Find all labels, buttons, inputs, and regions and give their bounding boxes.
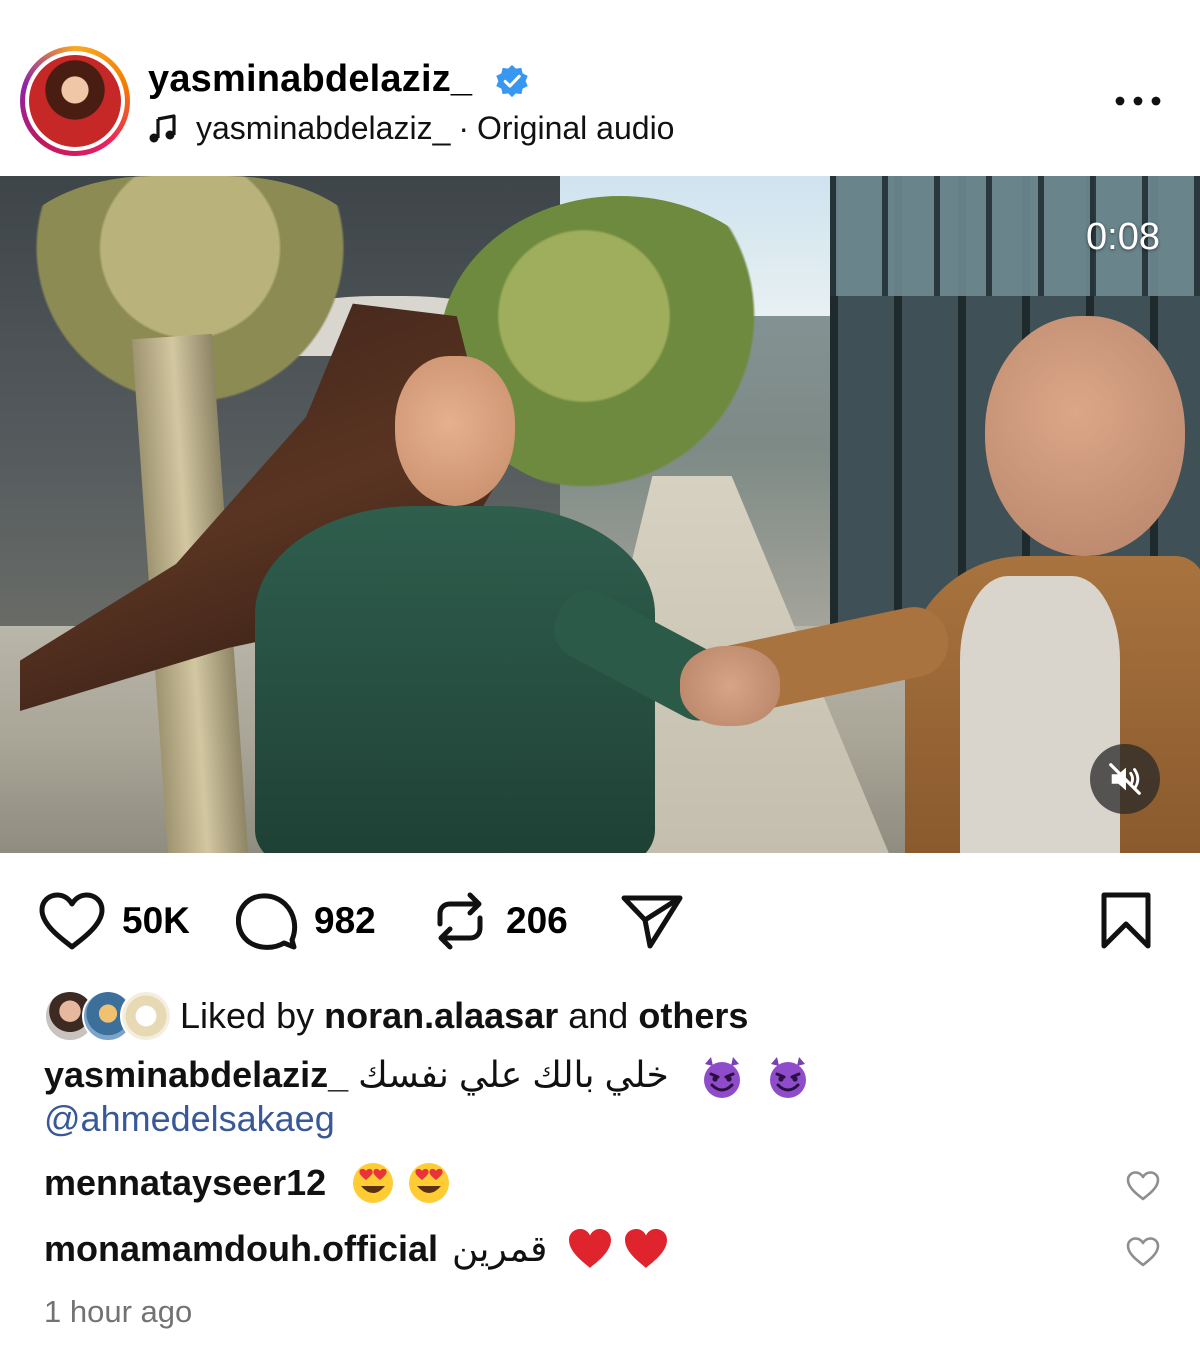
heart-eyes-emoji-icon <box>409 1163 450 1203</box>
liked-by-user[interactable]: noran.alaasar <box>324 995 558 1037</box>
comment-action[interactable]: 982 <box>236 888 376 954</box>
audio-attribution[interactable]: yasminabdelaziz_ · Original audio <box>148 110 674 147</box>
comment-username[interactable]: mennatayseer12 <box>44 1162 326 1204</box>
comment-item: monamamdouh.official قمرين <box>44 1226 669 1272</box>
comment-text: قمرين <box>452 1228 548 1269</box>
red-heart-emoji-icon <box>569 1229 612 1268</box>
caption-text: خلي بالك علي نفسك <box>358 1054 669 1095</box>
mute-button[interactable] <box>1090 744 1160 814</box>
liker-avatars[interactable] <box>44 990 172 1042</box>
music-note-icon <box>149 113 176 142</box>
audio-separator: · <box>458 110 470 146</box>
audio-artist[interactable]: yasminabdelaziz_ <box>196 110 450 147</box>
video-timer: 0:08 <box>1086 216 1160 258</box>
repost-icon[interactable] <box>430 890 490 952</box>
author-username[interactable]: yasminabdelaziz_ <box>148 58 472 101</box>
caption-mention-link[interactable]: @ahmedelsakaeg <box>44 1098 335 1140</box>
author-avatar[interactable] <box>29 55 121 147</box>
video-scene-woman <box>255 506 655 853</box>
heart-eyes-emoji-icon <box>353 1163 394 1203</box>
post-video[interactable]: 0:08 <box>0 176 1200 853</box>
like-count[interactable]: 50K <box>122 900 190 942</box>
bookmark-icon[interactable] <box>1096 890 1156 952</box>
story-ring[interactable] <box>20 46 130 156</box>
comment-item: mennatayseer12 <box>44 1160 452 1206</box>
more-options-icon[interactable] <box>1114 96 1162 106</box>
liked-by-summary[interactable]: Liked by noran.alaasar and others <box>44 990 748 1042</box>
share-action[interactable] <box>620 888 684 954</box>
smiling-devil-emoji-icon <box>703 1057 740 1099</box>
smiling-devil-emoji-icon <box>769 1057 806 1099</box>
comment-username[interactable]: monamamdouh.official <box>44 1228 438 1270</box>
comment-count[interactable]: 982 <box>314 900 376 942</box>
video-scene-hands <box>680 646 780 726</box>
caption-username[interactable]: yasminabdelaziz_ <box>44 1054 348 1095</box>
post-caption: yasminabdelaziz_ خلي بالك علي نفسك <box>44 1050 1144 1100</box>
send-paper-plane-icon[interactable] <box>620 890 684 952</box>
liker-avatar <box>120 990 172 1042</box>
heart-icon[interactable] <box>38 891 106 951</box>
repost-count[interactable]: 206 <box>506 900 568 942</box>
bookmark-action[interactable] <box>1096 888 1156 954</box>
audio-title[interactable]: Original audio <box>477 110 674 147</box>
speaker-muted-icon <box>1109 763 1141 795</box>
comment-bubble-icon[interactable] <box>236 890 298 952</box>
repost-action[interactable]: 206 <box>430 888 568 954</box>
post-timestamp: 1 hour ago <box>44 1294 193 1329</box>
comment-like-heart-icon[interactable] <box>1126 1236 1160 1268</box>
red-heart-emoji-icon <box>625 1229 668 1268</box>
liked-by-others[interactable]: others <box>638 995 748 1037</box>
liked-by-joiner: and <box>568 995 629 1036</box>
liked-by-prefix: Liked by <box>180 995 315 1036</box>
like-action[interactable]: 50K <box>38 888 190 954</box>
comment-like-heart-icon[interactable] <box>1126 1170 1160 1202</box>
verified-badge-icon <box>496 64 528 98</box>
post-header: yasminabdelaziz_ yasminabdelaziz_ · Orig… <box>0 0 1200 176</box>
